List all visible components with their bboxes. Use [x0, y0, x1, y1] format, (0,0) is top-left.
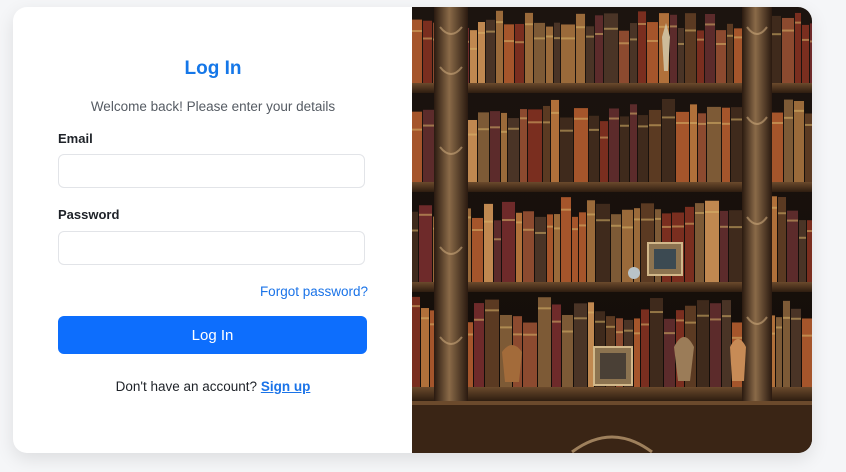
forgot-password-link[interactable]: Forgot password? — [260, 284, 368, 299]
signup-prompt-text: Don't have an account? — [115, 379, 258, 394]
login-title: Log In — [184, 58, 242, 79]
signup-link[interactable]: Sign up — [261, 379, 311, 394]
login-card: Log In Welcome back! Please enter your d… — [13, 7, 812, 453]
password-field[interactable] — [58, 231, 365, 265]
email-label: Email — [58, 131, 93, 146]
password-label: Password — [58, 207, 120, 222]
login-button[interactable]: Log In — [58, 316, 367, 354]
login-subtitle: Welcome back! Please enter your details — [90, 99, 336, 114]
login-form: Log In Welcome back! Please enter your d… — [13, 7, 413, 453]
signup-prompt: Don't have an account? Sign up — [13, 379, 413, 394]
email-field[interactable] — [58, 154, 365, 188]
bookshelf-image — [412, 7, 812, 453]
